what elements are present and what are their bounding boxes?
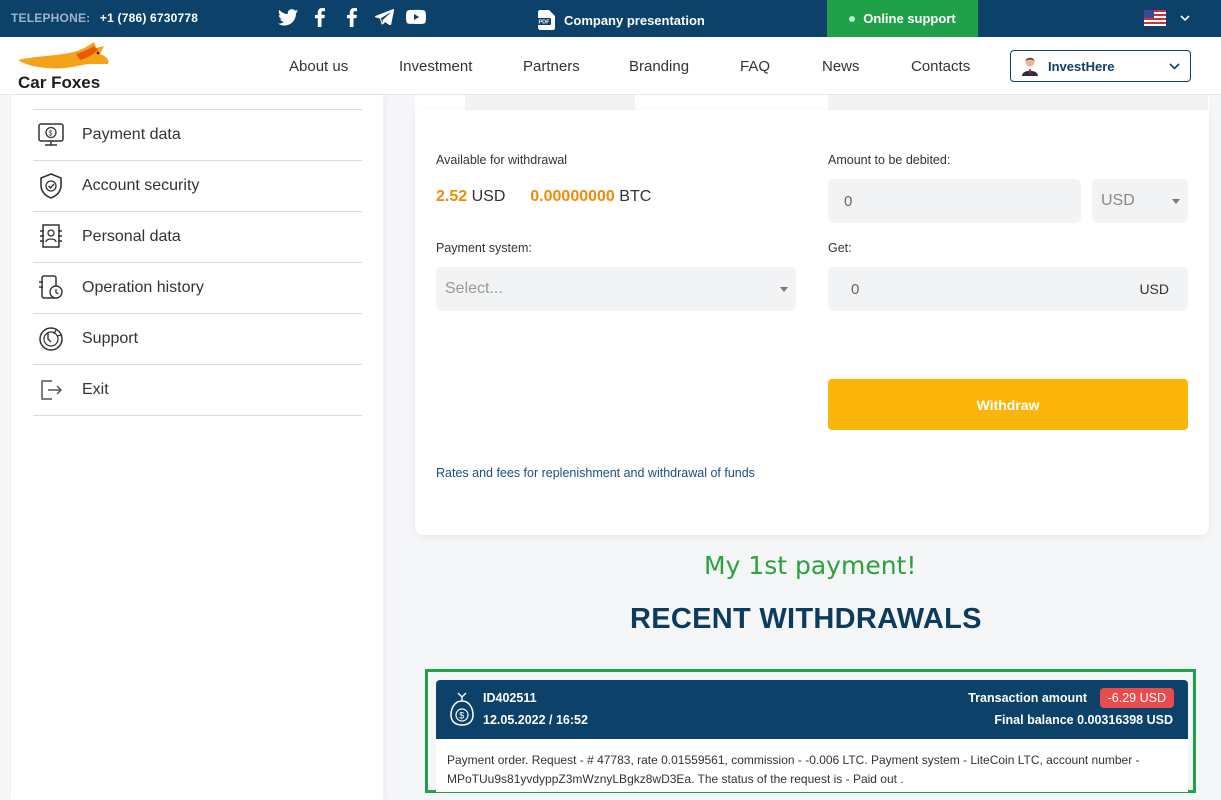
amount-badge: -6.29 USD xyxy=(1099,688,1174,708)
sidebar-item-operation-history[interactable]: Operation history xyxy=(33,263,362,314)
sidebar-item-label: Payment data xyxy=(82,126,181,143)
sidebar-item-exit[interactable]: Exit xyxy=(33,365,362,416)
fox-logo-icon xyxy=(18,42,109,69)
transaction-amount-label: Transaction amount xyxy=(968,691,1087,705)
youtube-icon[interactable] xyxy=(406,6,426,28)
payment-data-icon: $ xyxy=(35,119,67,151)
withdraw-button[interactable]: Withdraw xyxy=(828,379,1188,430)
tab[interactable] xyxy=(828,95,1208,111)
phone-number[interactable]: +1 (786) 6730778 xyxy=(100,11,198,25)
account-sidebar: $ Payment data Account security Personal… xyxy=(11,95,383,800)
online-support-button[interactable]: Online support xyxy=(827,0,978,37)
debit-amount-input[interactable]: 0 xyxy=(828,179,1081,223)
facebook-icon[interactable] xyxy=(310,6,330,28)
recent-withdrawals-title: RECENT WITHDRAWALS xyxy=(630,603,982,635)
main-nav: About us Investment Partners Branding FA… xyxy=(289,58,981,75)
currency-value: USD xyxy=(1101,192,1135,209)
get-unit: USD xyxy=(1139,281,1169,297)
history-icon xyxy=(35,272,67,304)
money-bag-icon: $ xyxy=(450,692,474,726)
btc-balance: 0.00000000 xyxy=(530,188,615,205)
nav-contacts[interactable]: Contacts xyxy=(911,58,981,75)
sidebar-item-account-security[interactable]: Account security xyxy=(33,161,362,212)
withdrawal-item-header: $ ID402511 12.05.2022 / 16:52 Transactio… xyxy=(436,680,1188,739)
payment-placeholder: Select... xyxy=(445,280,503,297)
language-selector[interactable] xyxy=(1144,10,1190,26)
phone-block: TELEPHONE: +1 (786) 6730778 xyxy=(11,11,198,25)
sidebar-item-label: Personal data xyxy=(82,228,181,245)
social-links xyxy=(278,6,426,28)
payment-system-label: Payment system: xyxy=(436,241,532,255)
exit-icon xyxy=(35,374,67,406)
tab[interactable] xyxy=(465,95,635,111)
user-menu-button[interactable]: InvestHere xyxy=(1010,50,1191,82)
main-header: Car Foxes About us Investment Partners B… xyxy=(0,37,1221,95)
username: InvestHere xyxy=(1048,58,1115,74)
rates-fees-link[interactable]: Rates and fees for replenishment and wit… xyxy=(436,466,755,480)
presentation-label: Company presentation xyxy=(564,12,705,28)
sidebar-item-label: Exit xyxy=(82,381,109,398)
payment-system-select[interactable]: Select... xyxy=(436,267,796,311)
brand-logo[interactable]: Car Foxes xyxy=(16,42,116,92)
top-bar: TELEPHONE: +1 (786) 6730778 PDF Company … xyxy=(0,0,1221,37)
pdf-icon: PDF xyxy=(537,10,555,30)
online-dot-icon xyxy=(849,15,856,22)
withdrawal-form: Available for withdrawal 2.52 USD 0.0000… xyxy=(415,110,1209,535)
withdrawal-description: Payment order. Request - # 47783, rate 0… xyxy=(447,753,1140,786)
us-flag-icon xyxy=(1144,10,1166,26)
get-amount-field[interactable]: 0 USD xyxy=(828,267,1188,311)
chevron-down-icon xyxy=(1169,62,1180,70)
nav-investment[interactable]: Investment xyxy=(399,58,523,75)
shield-icon xyxy=(35,170,67,202)
available-balance: 2.52 USD 0.00000000 BTC xyxy=(436,188,651,206)
withdrawal-date: 12.05.2022 / 16:52 xyxy=(483,713,588,727)
sidebar-item-support[interactable]: Support xyxy=(33,314,362,365)
usd-unit: USD xyxy=(471,188,506,205)
svg-text:PDF: PDF xyxy=(539,20,551,26)
nav-partners[interactable]: Partners xyxy=(523,58,629,75)
caret-down-icon xyxy=(1172,199,1180,204)
withdrawal-id: ID402511 xyxy=(483,691,537,705)
nav-branding[interactable]: Branding xyxy=(629,58,740,75)
personal-data-icon xyxy=(35,221,67,253)
facebook-icon[interactable] xyxy=(342,6,362,28)
brand-name: Car Foxes xyxy=(18,73,101,92)
debit-value: 0 xyxy=(844,192,853,210)
sidebar-item-personal-data[interactable]: Personal data xyxy=(33,212,362,263)
caret-down-icon xyxy=(780,287,788,292)
get-label: Get: xyxy=(828,241,852,255)
annotation-text: My 1st payment! xyxy=(704,551,917,580)
sidebar-item-label: Account security xyxy=(82,177,200,194)
available-label: Available for withdrawal xyxy=(436,153,568,167)
company-presentation-link[interactable]: PDF Company presentation xyxy=(537,10,705,30)
svg-text:$: $ xyxy=(459,711,464,721)
tabs-strip xyxy=(415,95,1209,111)
btc-unit: BTC xyxy=(619,188,652,205)
nav-about-us[interactable]: About us xyxy=(289,58,399,75)
nav-news[interactable]: News xyxy=(822,58,911,75)
avatar xyxy=(1022,57,1038,76)
svg-text:$: $ xyxy=(49,131,53,138)
nav-faq[interactable]: FAQ xyxy=(740,58,822,75)
online-support-label: Online support xyxy=(863,11,956,26)
usd-balance: 2.52 xyxy=(436,188,468,205)
phone-label: TELEPHONE: xyxy=(11,11,91,25)
get-value: 0 xyxy=(851,280,860,298)
sidebar-item-label: Operation history xyxy=(82,279,204,296)
withdrawal-item: $ ID402511 12.05.2022 / 16:52 Transactio… xyxy=(436,680,1188,792)
chevron-down-icon xyxy=(1180,14,1190,21)
final-balance: Final balance 0.00316398 USD xyxy=(994,713,1173,727)
sidebar-item-label: Support xyxy=(82,330,139,347)
telegram-icon[interactable] xyxy=(374,6,394,28)
debit-label: Amount to be debited: xyxy=(828,153,951,167)
currency-select[interactable]: USD xyxy=(1092,179,1188,223)
support-icon xyxy=(35,323,67,355)
sidebar-item-payment-data[interactable]: $ Payment data xyxy=(33,110,362,161)
twitter-icon[interactable] xyxy=(278,6,298,28)
